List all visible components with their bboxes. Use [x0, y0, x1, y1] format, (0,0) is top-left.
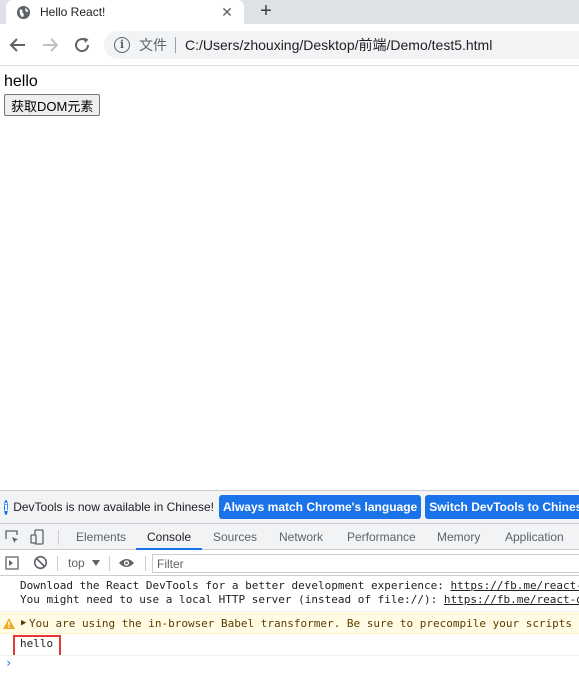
close-tab-icon[interactable]: ✕	[218, 3, 236, 21]
babel-warning-text: You are using the in-browser Babel trans…	[29, 617, 579, 630]
tab-performance[interactable]: Performance	[347, 524, 416, 550]
clear-console-icon[interactable]	[33, 555, 48, 570]
react-devtools-message: Download the React DevTools for a better…	[20, 579, 579, 593]
tab-elements[interactable]: Elements	[76, 524, 126, 550]
eye-icon[interactable]	[118, 557, 135, 569]
tab-console[interactable]: Console	[147, 524, 191, 550]
tab-sources[interactable]: Sources	[213, 524, 257, 550]
console-message: Download the React DevTools for a better…	[0, 579, 579, 612]
inspect-element-icon[interactable]	[5, 530, 19, 544]
reload-button[interactable]	[71, 34, 93, 56]
file-scheme-label: 文件	[139, 37, 167, 53]
switch-chinese-button[interactable]: Switch DevTools to Chinese	[425, 495, 579, 519]
new-tab-button[interactable]: +	[256, 1, 276, 21]
url-text: C:/Users/zhouxing/Desktop/前端/Demo/test5.…	[185, 37, 493, 53]
info-icon[interactable]: i	[114, 37, 130, 53]
arrow-right-icon	[43, 38, 59, 52]
warning-icon	[3, 618, 15, 629]
reload-icon	[75, 37, 90, 53]
filter-input[interactable]	[152, 554, 579, 573]
devtools-tabbar: Elements Console Sources Network Perform…	[0, 523, 579, 550]
device-toolbar-icon[interactable]	[30, 529, 46, 545]
infobar-message: DevTools is now available in Chinese!	[13, 500, 214, 514]
console-output: Download the React DevTools for a better…	[0, 576, 579, 677]
toolbar-divider	[145, 556, 146, 571]
sidebar-toggle-icon[interactable]	[5, 556, 19, 570]
tab-memory[interactable]: Memory	[437, 524, 480, 550]
globe-icon	[16, 5, 31, 19]
console-toolbar: top	[0, 550, 579, 576]
page-heading: hello	[4, 73, 38, 90]
forward-button[interactable]	[39, 34, 61, 56]
omnibox-divider	[175, 37, 176, 53]
tab-strip: Hello React! ✕ +	[0, 0, 579, 24]
info-icon: i	[4, 499, 9, 515]
toolbar-divider	[57, 556, 58, 571]
dropdown-arrow-icon	[91, 560, 100, 566]
devtools-infobar: i DevTools is now available in Chinese! …	[0, 491, 579, 523]
context-selector[interactable]: top	[68, 550, 100, 576]
tab-title: Hello React!	[40, 5, 106, 19]
expand-triangle-icon[interactable]: ▶	[21, 614, 26, 633]
local-server-message: You might need to use a local HTTP serve…	[20, 593, 579, 607]
get-dom-button[interactable]: 获取DOM元素	[4, 94, 101, 116]
console-warning: ▶ You are using the in-browser Babel tra…	[0, 613, 579, 634]
react-faq-link[interactable]: https://fb.me/react-devtools-faq	[444, 593, 579, 606]
console-log: hello	[0, 634, 579, 656]
browser-tab[interactable]: Hello React! ✕	[6, 0, 244, 24]
console-prompt[interactable]: ›	[5, 656, 12, 670]
match-language-button[interactable]: Always match Chrome's language	[218, 495, 422, 519]
browser-toolbar: i 文件 C:/Users/zhouxing/Desktop/前端/Demo/t…	[0, 24, 579, 66]
tabbar-divider	[58, 530, 59, 545]
tab-network[interactable]: Network	[279, 524, 323, 550]
back-button[interactable]	[7, 34, 29, 56]
devtools-panel: i DevTools is now available in Chinese! …	[0, 490, 579, 676]
toolbar-divider	[109, 556, 110, 571]
address-bar[interactable]: i 文件 C:/Users/zhouxing/Desktop/前端/Demo/t…	[104, 31, 579, 59]
context-label: top	[68, 556, 85, 570]
arrow-left-icon	[9, 38, 25, 52]
page-viewport: hello 获取DOM元素	[0, 67, 579, 490]
highlight-box	[13, 635, 61, 655]
react-devtools-link[interactable]: https://fb.me/react-devtools	[450, 579, 579, 592]
tab-application[interactable]: Application	[505, 524, 564, 550]
